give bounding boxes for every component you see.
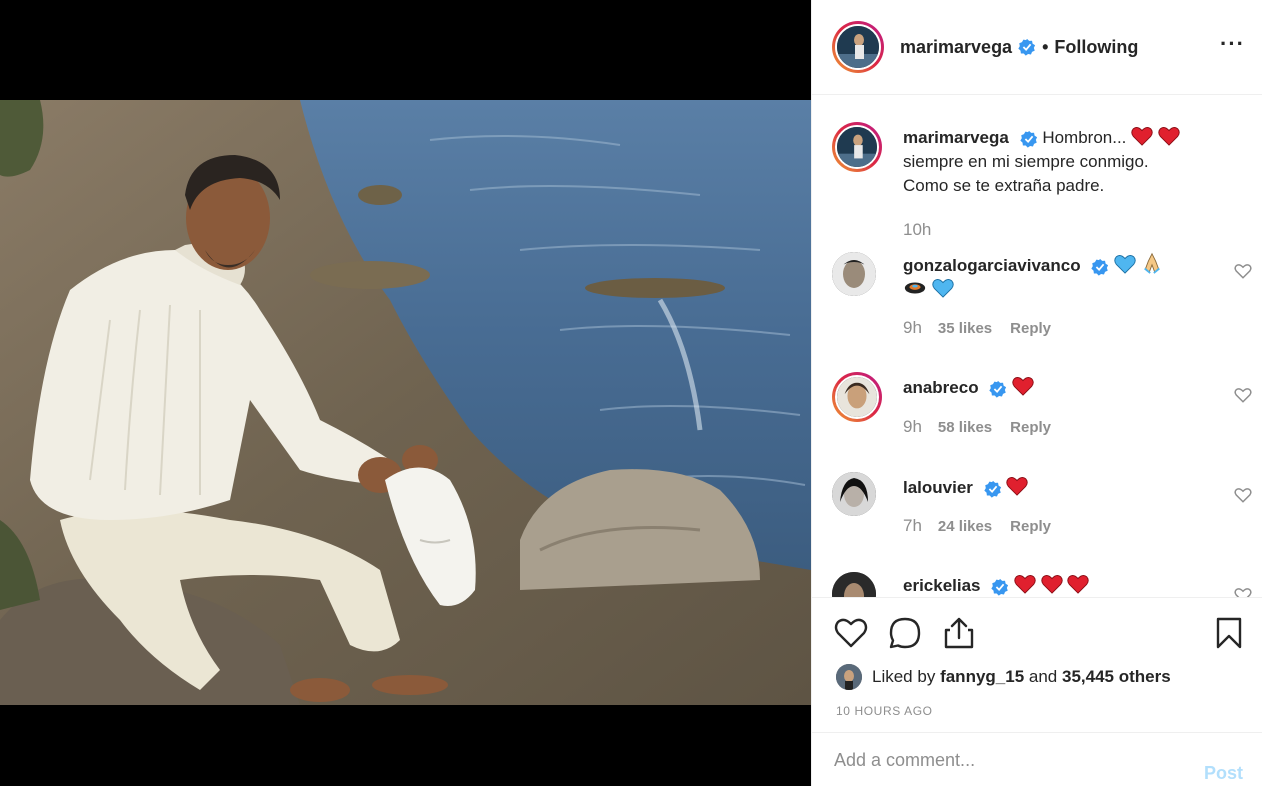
add-comment-bar: Post <box>812 732 1262 786</box>
like-comment-heart-icon[interactable] <box>1234 262 1252 280</box>
disc-emoji-icon <box>904 282 926 294</box>
caption-item: marimarvega Hombron... siempre en mi sie… <box>832 122 1252 242</box>
like-comment-heart-icon[interactable] <box>1234 486 1252 504</box>
comment-likes[interactable]: 24 likes <box>938 518 992 535</box>
comments-list[interactable]: marimarvega Hombron... siempre en mi sie… <box>812 96 1262 597</box>
like-comment-heart-icon[interactable] <box>1234 386 1252 404</box>
caption-avatar-image <box>837 127 877 167</box>
red-heart-icon <box>1012 377 1034 396</box>
commenter-avatar[interactable] <box>832 252 876 296</box>
verified-badge-icon <box>991 578 1009 596</box>
post-header: marimarvega • Following ··· <box>812 0 1262 95</box>
comment-likes[interactable]: 58 likes <box>938 419 992 436</box>
add-comment-input[interactable] <box>834 747 1174 773</box>
comment-bubble-icon[interactable] <box>888 616 922 650</box>
bookmark-icon[interactable] <box>1212 616 1246 650</box>
caption-text-line2: siempre en mi siempre conmigo. <box>903 152 1149 171</box>
commenter-avatar-image <box>837 377 877 417</box>
comment-item: lalouvier 7h 24 likes Reply <box>832 472 1252 552</box>
caption-avatar[interactable] <box>832 122 882 172</box>
verified-badge-icon <box>1018 38 1036 56</box>
blue-heart-icon <box>932 279 954 298</box>
post-side-panel: marimarvega • Following ··· marimarvega … <box>811 0 1262 786</box>
like-comment-heart-icon[interactable] <box>1234 586 1252 597</box>
verified-badge-icon <box>1019 130 1037 148</box>
comment-reply-button[interactable]: Reply <box>1010 518 1051 535</box>
verified-badge-icon <box>984 480 1001 498</box>
caption-time[interactable]: 10h <box>903 220 931 240</box>
caption-text-line3: Como se te extraña padre. <box>903 176 1105 195</box>
comment-username[interactable]: erickelias <box>903 576 981 595</box>
comment-reply-button[interactable]: Reply <box>1010 419 1051 436</box>
comment-time[interactable]: 9h <box>903 318 922 338</box>
commenter-avatar-image <box>832 252 876 296</box>
caption-text-line1: Hombron... <box>1042 128 1127 147</box>
author-avatar-image <box>837 26 879 68</box>
red-heart-icon <box>1014 575 1036 594</box>
share-icon[interactable] <box>942 616 976 650</box>
commenter-avatar[interactable] <box>832 572 876 597</box>
comment-username[interactable]: gonzalogarciavivanco <box>903 256 1081 275</box>
comment-reply-button[interactable]: Reply <box>1010 320 1051 337</box>
liked-by-others[interactable]: 35,445 others <box>1062 667 1171 687</box>
liked-by-conj: and <box>1028 667 1058 686</box>
liker-avatar-image <box>836 664 862 690</box>
red-heart-icon <box>1006 477 1029 496</box>
post-media <box>0 0 811 786</box>
author-avatar[interactable] <box>832 21 884 73</box>
more-options-icon[interactable]: ··· <box>1220 33 1245 55</box>
red-heart-icon <box>1067 575 1090 594</box>
following-button[interactable]: Following <box>1054 37 1138 58</box>
comment-username[interactable]: lalouvier <box>903 478 973 497</box>
commenter-avatar-image <box>832 472 876 516</box>
comment-item: erickelias <box>832 572 1252 597</box>
verified-badge-icon <box>1091 258 1109 276</box>
red-heart-icon <box>1131 127 1153 146</box>
comment-item: anabreco 9h 58 likes Reply <box>832 372 1252 452</box>
red-heart-icon <box>1158 127 1180 146</box>
comment-time[interactable]: 7h <box>903 516 922 536</box>
comment-time[interactable]: 9h <box>903 417 922 437</box>
red-heart-icon <box>1041 575 1063 594</box>
separator-dot: • <box>1042 36 1049 57</box>
comment-item: gonzalogarciavivanco 9h 35 likes Reply <box>832 252 1252 352</box>
post-photo[interactable] <box>0 100 811 705</box>
liked-by-line: Liked by fannyg_15 and 35,445 others <box>836 664 1171 690</box>
commenter-avatar-image <box>832 572 876 597</box>
comment-likes[interactable]: 35 likes <box>938 320 992 337</box>
folded-hands-icon <box>1143 252 1160 274</box>
like-heart-icon[interactable] <box>834 616 868 650</box>
liked-by-user[interactable]: fannyg_15 <box>940 667 1024 687</box>
commenter-avatar[interactable] <box>832 472 876 516</box>
blue-heart-icon <box>1114 255 1136 274</box>
comment-username[interactable]: anabreco <box>903 378 979 397</box>
caption-username[interactable]: marimarvega <box>903 128 1009 147</box>
commenter-avatar[interactable] <box>832 372 882 422</box>
verified-badge-icon <box>989 380 1007 398</box>
author-username-row: marimarvega • Following <box>900 37 1138 58</box>
liker-avatar[interactable] <box>836 664 862 690</box>
author-username[interactable]: marimarvega <box>900 37 1012 58</box>
post-timestamp[interactable]: 10 HOURS AGO <box>836 704 933 718</box>
liked-by-prefix: Liked by <box>872 667 936 686</box>
post-comment-button[interactable]: Post <box>1204 763 1243 784</box>
